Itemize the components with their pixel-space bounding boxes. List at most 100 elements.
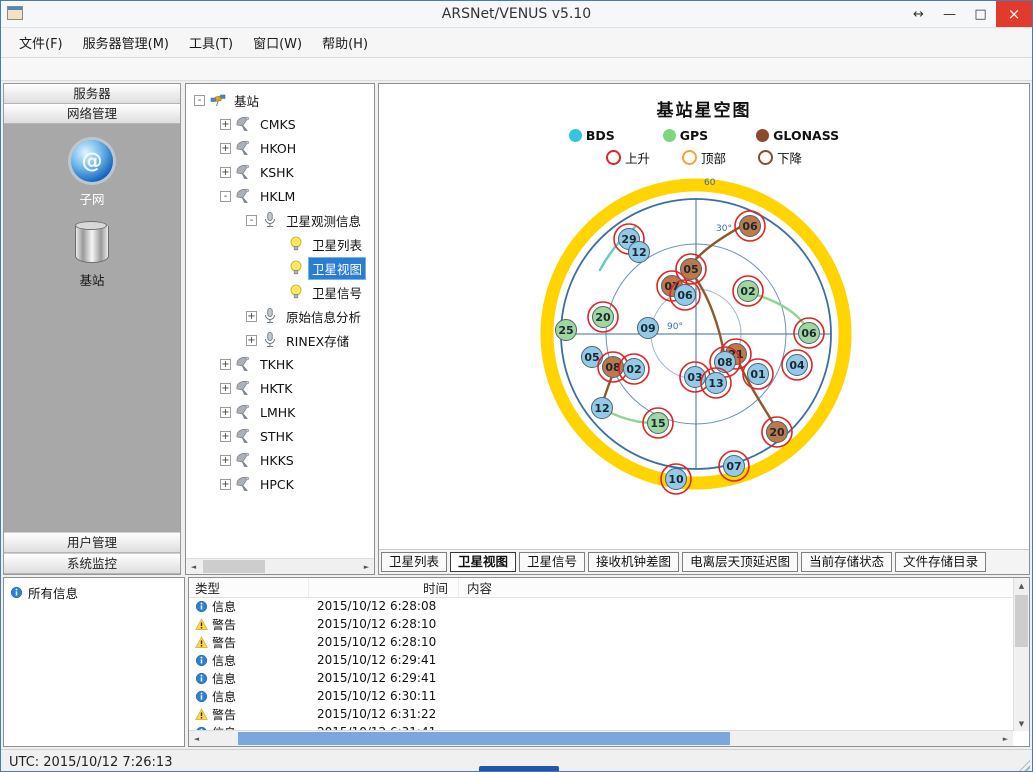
satellite-15-21[interactable]: 15 bbox=[643, 408, 673, 438]
expand-plus-icon[interactable]: + bbox=[220, 431, 231, 442]
legend-dot-icon bbox=[569, 129, 582, 142]
dish-icon bbox=[235, 451, 253, 469]
dish-icon bbox=[235, 187, 253, 205]
nav-section-network[interactable]: 网络管理 bbox=[4, 104, 180, 124]
window-maximize-button[interactable]: □ bbox=[965, 1, 996, 27]
scroll-down-arrow-icon[interactable]: ▼ bbox=[1014, 716, 1029, 731]
tab-storage-dir[interactable]: 文件存储目录 bbox=[895, 552, 986, 572]
log-type-cell: 警告 bbox=[189, 634, 309, 651]
satellite-09-9[interactable]: 09 bbox=[638, 318, 659, 339]
expand-plus-icon[interactable]: + bbox=[246, 311, 257, 322]
satellite-06-5[interactable]: 06 bbox=[670, 280, 700, 310]
nav-section-servers[interactable]: 服务器 bbox=[4, 84, 180, 104]
satellite-12-20[interactable]: 12 bbox=[592, 398, 613, 419]
expand-minus-icon[interactable]: - bbox=[194, 95, 205, 106]
tab-iono-zenith-delay[interactable]: 电离层天顶延迟图 bbox=[682, 552, 798, 572]
log-vscroll-thumb[interactable] bbox=[1015, 595, 1028, 647]
scroll-left-arrow-icon[interactable]: ◄ bbox=[186, 559, 201, 574]
tab-sat-signal[interactable]: 卫星信号 bbox=[519, 552, 585, 572]
log-vscroll-track[interactable] bbox=[1014, 593, 1029, 716]
satellite-20-22[interactable]: 20 bbox=[762, 417, 792, 447]
tree-hscroll-thumb[interactable] bbox=[203, 560, 265, 573]
tab-sat-view[interactable]: 卫星视图 bbox=[450, 552, 516, 572]
tree-item-lmhk[interactable]: +LMHK bbox=[188, 400, 372, 424]
log-hscroll-thumb[interactable] bbox=[238, 732, 730, 745]
window-close-button[interactable]: × bbox=[996, 1, 1032, 27]
resize-grip[interactable] bbox=[1017, 760, 1030, 772]
log-column-content[interactable]: 内容 bbox=[459, 578, 1013, 597]
satellite-01-17[interactable]: 01 bbox=[743, 359, 773, 389]
tree-item-sat-list[interactable]: 卫星列表 bbox=[188, 232, 372, 256]
satellite-07-23[interactable]: 07 bbox=[719, 451, 749, 481]
tree-item-sthk[interactable]: +STHK bbox=[188, 424, 372, 448]
tree-item-sat-view[interactable]: 卫星视图 bbox=[188, 256, 372, 280]
tree-item-root[interactable]: -基站 bbox=[188, 88, 372, 112]
satellite-13-19[interactable]: 13 bbox=[701, 368, 731, 398]
window-arrange-button[interactable]: ↔ bbox=[903, 1, 934, 27]
nav-item-subnet[interactable]: @ 子网 bbox=[4, 134, 180, 214]
log-vscrollbar[interactable]: ▲ ▼ bbox=[1013, 578, 1029, 731]
menu-item-file[interactable]: 文件(F) bbox=[9, 29, 73, 56]
satellite-02-13[interactable]: 02 bbox=[619, 354, 649, 384]
satellite-02-6[interactable]: 02 bbox=[733, 276, 763, 306]
tree-item-hpck[interactable]: +HPCK bbox=[188, 472, 372, 496]
tab-sat-list[interactable]: 卫星列表 bbox=[381, 552, 447, 572]
menu-item-window[interactable]: 窗口(W) bbox=[243, 29, 312, 56]
tree-item-hkks[interactable]: +HKKS bbox=[188, 448, 372, 472]
tree-item-all-messages[interactable]: 所有信息 bbox=[10, 583, 178, 602]
nav-section-users[interactable]: 用户管理 bbox=[4, 532, 180, 553]
satellite-04-16[interactable]: 04 bbox=[782, 350, 812, 380]
legend-fall: 下降 bbox=[758, 148, 802, 167]
expand-plus-icon[interactable]: + bbox=[246, 335, 257, 346]
tree-hscroll-track[interactable] bbox=[201, 559, 359, 574]
scroll-left-arrow-icon[interactable]: ◄ bbox=[189, 731, 204, 746]
expand-plus-icon[interactable]: + bbox=[220, 359, 231, 370]
scroll-right-arrow-icon[interactable]: ► bbox=[359, 559, 374, 574]
tree-item-hkoh[interactable]: +HKOH bbox=[188, 136, 372, 160]
expand-plus-icon[interactable]: + bbox=[220, 167, 231, 178]
log-hscrollbar[interactable]: ◄ ► bbox=[189, 730, 1013, 746]
tree-item-obs-info[interactable]: -卫星观测信息 bbox=[188, 208, 372, 232]
tab-storage-status[interactable]: 当前存储状态 bbox=[801, 552, 892, 572]
satellite-06-10[interactable]: 06 bbox=[794, 318, 824, 348]
satellite-03-18[interactable]: 03 bbox=[680, 362, 710, 392]
expand-plus-icon[interactable]: + bbox=[220, 119, 231, 130]
expand-plus-icon[interactable]: + bbox=[220, 455, 231, 466]
satellite-20-7[interactable]: 20 bbox=[588, 302, 618, 332]
app-window: ARSNet/VENUS v5.10 ↔—□× 文件(F)服务器管理(M)工具(… bbox=[0, 0, 1033, 772]
tab-receiver-clock[interactable]: 接收机钟差图 bbox=[588, 552, 679, 572]
tree-hscrollbar[interactable]: ◄ ► bbox=[186, 558, 374, 574]
tree-item-rinex[interactable]: +RINEX存储 bbox=[188, 328, 372, 352]
scroll-up-arrow-icon[interactable]: ▲ bbox=[1014, 578, 1029, 593]
menu-item-help[interactable]: 帮助(H) bbox=[312, 29, 378, 56]
tree-item-tkhk[interactable]: +TKHK bbox=[188, 352, 372, 376]
window-minimize-button[interactable]: — bbox=[934, 1, 965, 27]
tree-item-sat-signal[interactable]: 卫星信号 bbox=[188, 280, 372, 304]
log-column-type[interactable]: 类型 bbox=[189, 578, 309, 597]
tree-item-hklm[interactable]: -HKLM bbox=[188, 184, 372, 208]
log-hscroll-track[interactable] bbox=[204, 731, 998, 746]
tree-item-cmks[interactable]: +CMKS bbox=[188, 112, 372, 136]
expand-plus-icon[interactable]: + bbox=[220, 143, 231, 154]
expand-plus-icon[interactable]: + bbox=[220, 407, 231, 418]
tree-item-raw-analysis[interactable]: +原始信息分析 bbox=[188, 304, 372, 328]
tree-item-hktk[interactable]: +HKTK bbox=[188, 376, 372, 400]
satellite-10-24[interactable]: 10 bbox=[661, 464, 691, 494]
nav-item-basestation[interactable]: 基站 bbox=[4, 214, 180, 295]
title-bar[interactable]: ARSNet/VENUS v5.10 ↔—□× bbox=[1, 1, 1032, 28]
nav-section-monitor[interactable]: 系统监控 bbox=[4, 553, 180, 574]
expand-plus-icon[interactable]: + bbox=[220, 383, 231, 394]
expand-minus-icon[interactable]: - bbox=[246, 215, 257, 226]
satellite-25-8[interactable]: 25 bbox=[556, 320, 577, 341]
scroll-right-arrow-icon[interactable]: ► bbox=[998, 731, 1013, 746]
tree-item-kshk[interactable]: +KSHK bbox=[188, 160, 372, 184]
menu-item-server-mgmt[interactable]: 服务器管理(M) bbox=[73, 29, 179, 56]
expand-minus-icon[interactable]: - bbox=[220, 191, 231, 202]
expand-plus-icon[interactable]: + bbox=[220, 479, 231, 490]
satellite-05-11[interactable]: 05 bbox=[582, 347, 603, 368]
menu-item-tools[interactable]: 工具(T) bbox=[179, 29, 243, 56]
log-column-time[interactable]: 时间 bbox=[309, 578, 459, 597]
satellite-06-2[interactable]: 06 bbox=[735, 211, 765, 241]
main-content: 服务器 网络管理 @ 子网 基站 用户管理 系统监控 -基站+CMKS+HKOH… bbox=[1, 81, 1032, 575]
satellite-12-1[interactable]: 12 bbox=[629, 242, 650, 263]
